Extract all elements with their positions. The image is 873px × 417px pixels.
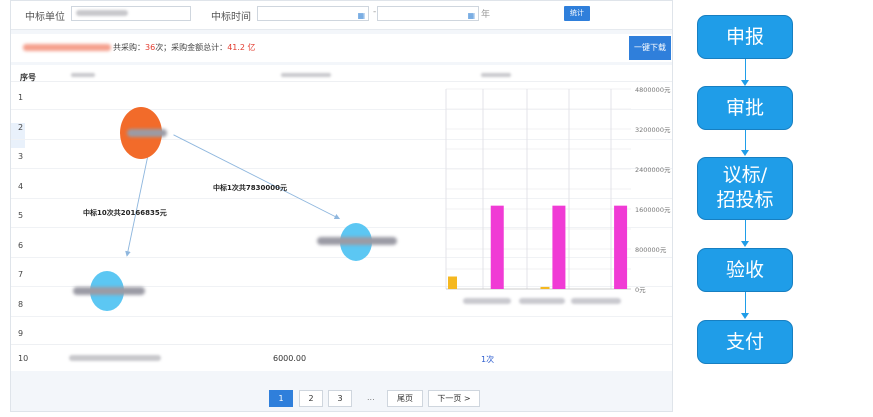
chart-bar [540,286,550,289]
purchase-total: 41.2 亿 [227,43,256,52]
report-panel: 中标单位 中标时间 ▦ - ▦ 年 统计 共采购：36次；采购金额总计：41.2… [10,0,673,412]
page-1-button[interactable]: 1 [269,390,293,407]
graph-edge-2 [173,134,341,220]
flow-step-acceptance: 验收 [697,248,793,292]
flow-step-approve: 审批 [697,86,793,130]
unit-input[interactable] [71,6,191,21]
flow-arrow [745,130,746,151]
filter-bar: 中标单位 中标时间 ▦ - ▦ 年 统计 [11,1,672,30]
row-index: 10 [18,354,29,363]
arrow-down-icon [741,150,749,156]
y-tick-label: 0元 [635,286,646,294]
arrow-down-icon [741,241,749,247]
summary-text: 共采购：36次；采购金额总计：41.2 亿 [113,43,256,52]
flow-step-bidding: 议标/ 招投标 [697,157,793,220]
flow-arrow [745,59,746,81]
calendar-icon: ▦ [467,11,475,20]
start-date-input[interactable]: ▦ [257,6,369,21]
stat-button[interactable]: 统计 [564,6,590,21]
last-page-button[interactable]: 尾页 [387,390,423,407]
flow-arrow [745,220,746,242]
graph-edge-1 [125,148,150,257]
export-button[interactable]: 一键下载 [629,36,671,60]
page-2-button[interactable]: 2 [299,390,323,407]
date-separator: - [373,7,377,17]
y-tick-label: 800000元 [635,246,667,254]
chart-bar [490,205,504,289]
flow-arrow [745,292,746,314]
chart-bar [448,276,457,289]
edge-label-2: 中标1次共7830000元 [213,184,287,192]
y-tick-label: 4800000元 [635,86,671,94]
node-label-target-1 [73,287,145,295]
purchase-count: 36 [145,43,156,52]
node-label-target-2 [317,237,397,245]
row-times-link[interactable]: 1次 [481,354,494,365]
y-tick-label: 1600000元 [635,206,671,214]
flow-step-payment: 支付 [697,320,793,364]
page-3-button[interactable]: 3 [328,390,352,407]
summary-bar: 共采购：36次；采购金额总计：41.2 亿 [11,34,672,62]
calendar-icon: ▦ [357,11,365,20]
org-name-blurred [23,44,111,51]
next-page-button[interactable]: 下一页 > [428,390,480,407]
time-label: 中标时间 [211,12,251,23]
bar-chart [445,88,631,290]
flow-step-apply: 申报 [697,15,793,59]
table-row[interactable]: 10 6000.00 1次 [11,344,672,371]
arrow-down-icon [741,313,749,319]
pagination-ellipsis: ... [367,393,375,402]
node-label-center [127,129,167,137]
end-date-input[interactable]: ▦ [377,6,479,21]
chart-bar [614,205,628,289]
row-amount: 6000.00 [273,354,307,363]
date-unit: 年 [481,10,491,20]
chart-bar [552,205,566,289]
y-tick-label: 3200000元 [635,126,671,134]
edge-label-1: 中标10次共20166835元 [83,209,167,217]
unit-label: 中标单位 [25,12,65,23]
y-tick-label: 2400000元 [635,166,671,174]
